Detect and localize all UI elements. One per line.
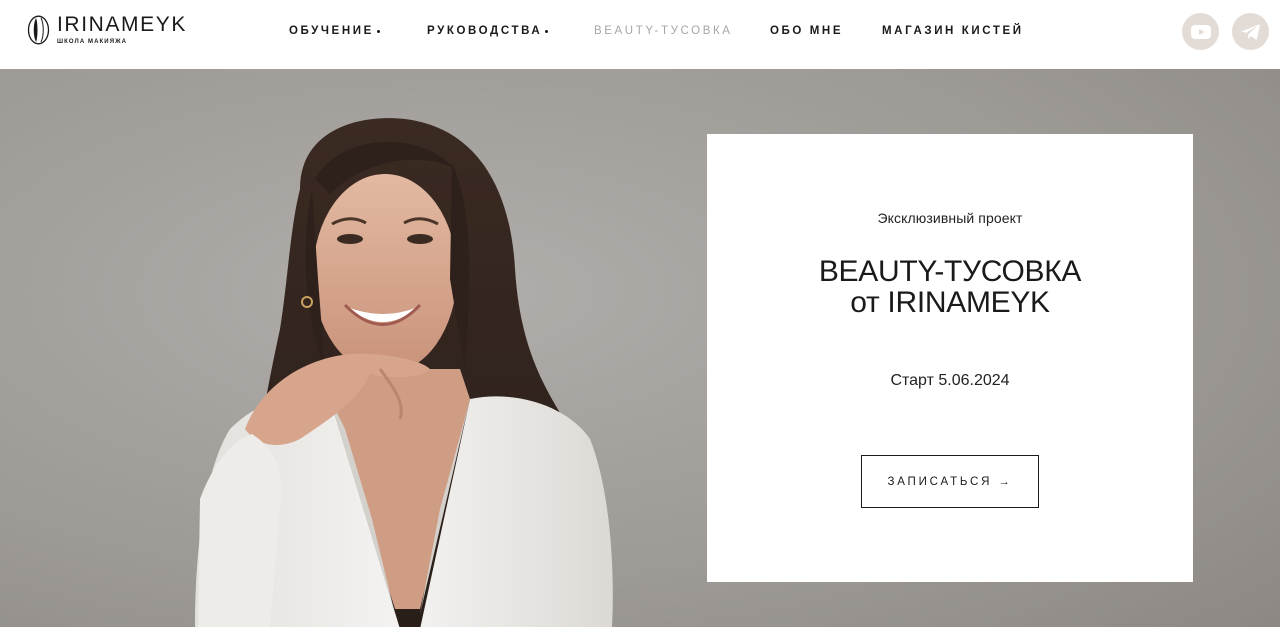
site-header: IRINAMEYK ШКОЛА МАКИЯЖА ОБУЧЕНИЕ РУКОВОД… <box>0 0 1280 69</box>
hero-section: Эксклюзивный проект BEAUTY-ТУСОВКА от IR… <box>0 69 1280 627</box>
promo-card: Эксклюзивный проект BEAUTY-ТУСОВКА от IR… <box>707 134 1193 582</box>
nav-item-obuchenie[interactable]: ОБУЧЕНИЕ <box>289 25 380 37</box>
logo-subtitle: ШКОЛА МАКИЯЖА <box>57 39 128 45</box>
telegram-button[interactable] <box>1232 13 1269 50</box>
nav-item-rukovodstva[interactable]: РУКОВОДСТВА <box>427 25 549 37</box>
start-date: Старт 5.06.2024 <box>890 372 1010 389</box>
card-eyebrow: Эксклюзивный проект <box>877 210 1023 226</box>
nav-item-beauty-tusovka[interactable]: BEAUTY-ТУСОВКА <box>594 25 733 37</box>
card-title: BEAUTY-ТУСОВКА от IRINAMEYK <box>707 256 1193 318</box>
youtube-icon <box>1190 24 1211 39</box>
signup-button[interactable]: ЗАПИСАТЬСЯ → <box>861 455 1039 508</box>
logo-mark-icon <box>27 15 50 45</box>
nav-item-obo-mne[interactable]: ОБО МНЕ <box>770 25 843 37</box>
youtube-button[interactable] <box>1182 13 1219 50</box>
card-title-line1: BEAUTY-ТУСОВКА <box>818 255 1082 288</box>
nav-item-label: ОБО МНЕ <box>770 25 844 37</box>
nav-item-magazin-kistey[interactable]: МАГАЗИН КИСТЕЙ <box>882 25 1024 37</box>
nav-item-label: BEAUTY-ТУСОВКА <box>594 25 733 37</box>
card-title-line2: от IRINAMEYK <box>850 286 1050 319</box>
nav-item-label: МАГАЗИН КИСТЕЙ <box>882 25 1024 37</box>
logo[interactable]: IRINAMEYK ШКОЛА МАКИЯЖА <box>27 14 187 46</box>
logo-title: IRINAMEYK <box>57 13 187 36</box>
dropdown-dot-icon <box>545 29 549 33</box>
dropdown-dot-icon <box>376 29 380 33</box>
nav-item-label: ОБУЧЕНИЕ <box>289 25 374 37</box>
nav-item-label: РУКОВОДСТВА <box>427 25 543 37</box>
telegram-icon <box>1241 24 1260 39</box>
